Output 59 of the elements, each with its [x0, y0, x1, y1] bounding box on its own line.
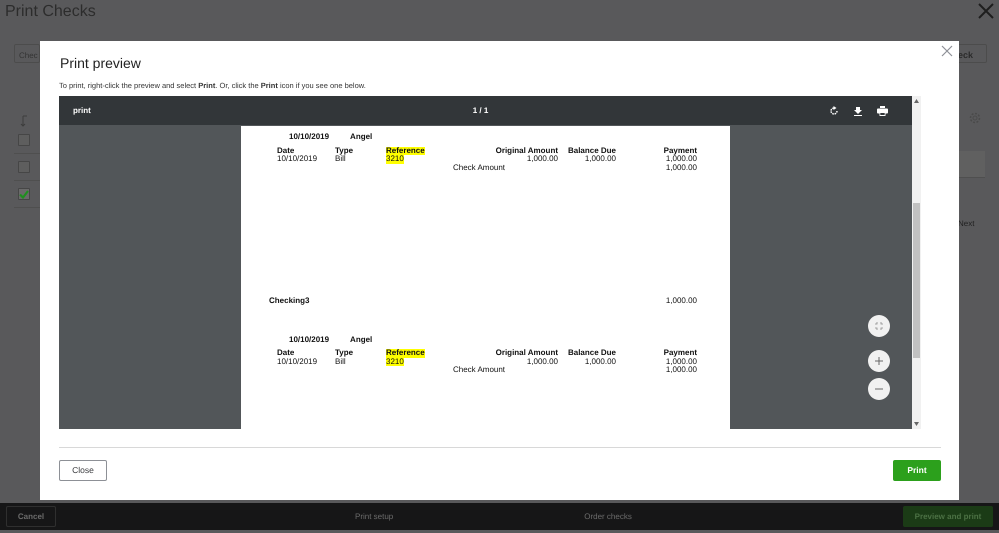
table-cell: 3210 [386, 155, 404, 164]
table-cell: 1,000.00 [666, 155, 697, 164]
close-button[interactable]: Close [59, 460, 107, 481]
table-cell: 1,000.00 [584, 155, 616, 164]
column-header: Reference [386, 349, 425, 358]
column-header: Balance Due [568, 146, 616, 155]
payee-name: Angel [350, 133, 372, 142]
row-checkbox[interactable] [18, 188, 30, 200]
table-cell: 10/10/2019 [277, 155, 318, 164]
check-amount-value: 1,000.00 [666, 366, 697, 374]
column-header: Reference [386, 146, 425, 155]
payee-name: Angel [350, 336, 372, 344]
table-cell: 1,000.00 [526, 358, 558, 366]
column-header: Original Amount [496, 146, 558, 155]
column-header: Date [277, 146, 294, 155]
table-cell: Bill [335, 155, 346, 164]
check-amount: 1,000.00 [666, 297, 697, 306]
close-icon[interactable] [977, 2, 995, 20]
sort-icon[interactable] [20, 115, 30, 127]
column-header: Payment [664, 349, 697, 358]
column-header: Balance Due [568, 349, 616, 358]
stub-date: 10/10/2019 [289, 336, 330, 344]
table-cell: Bill [335, 358, 346, 366]
check-amount-label: Check Amount [453, 164, 506, 172]
page-counter: 1 / 1 [472, 104, 488, 116]
column-header: Date [277, 349, 294, 358]
row-checkbox[interactable] [18, 161, 30, 173]
table-cell: 10/10/2019 [277, 358, 318, 366]
dialog-title: Print preview [60, 55, 142, 71]
zoom-out-button[interactable] [868, 378, 890, 400]
table-cell: 1,000.00 [666, 358, 697, 366]
stub-date: 10/10/2019 [289, 133, 330, 142]
zoom-in-button[interactable] [868, 350, 890, 372]
row-checkbox[interactable] [18, 134, 30, 146]
download-icon[interactable] [853, 106, 863, 116]
column-header: Type [335, 349, 354, 358]
column-header: Payment [664, 146, 697, 155]
fit-icon [874, 321, 884, 331]
scroll-up-icon[interactable] [914, 99, 919, 103]
file-name: print [73, 104, 91, 116]
close-button[interactable] [941, 45, 953, 57]
check-amount-label: Check Amount [453, 366, 506, 374]
fit-to-page-button[interactable] [868, 315, 890, 337]
column-header: Original Amount [496, 349, 558, 358]
column-header: Type [335, 146, 354, 155]
cancel-button[interactable]: Cancel [6, 506, 56, 527]
check-amount-value: 1,000.00 [666, 164, 697, 172]
scroll-down-icon[interactable] [914, 422, 919, 426]
scrollbar-thumb[interactable] [913, 203, 920, 358]
table-cell: 1,000.00 [526, 155, 558, 164]
plus-icon [874, 356, 884, 366]
print-setup-link[interactable]: Print setup [355, 510, 394, 522]
scrollbar[interactable] [912, 96, 921, 429]
order-checks-link[interactable]: Order checks [584, 510, 632, 522]
printer-icon[interactable] [877, 106, 888, 116]
rotate-icon[interactable] [829, 106, 839, 116]
print-button[interactable]: Print [893, 460, 941, 481]
table-cell: 1,000.00 [584, 358, 616, 366]
account-name: Checking3 [269, 297, 310, 306]
